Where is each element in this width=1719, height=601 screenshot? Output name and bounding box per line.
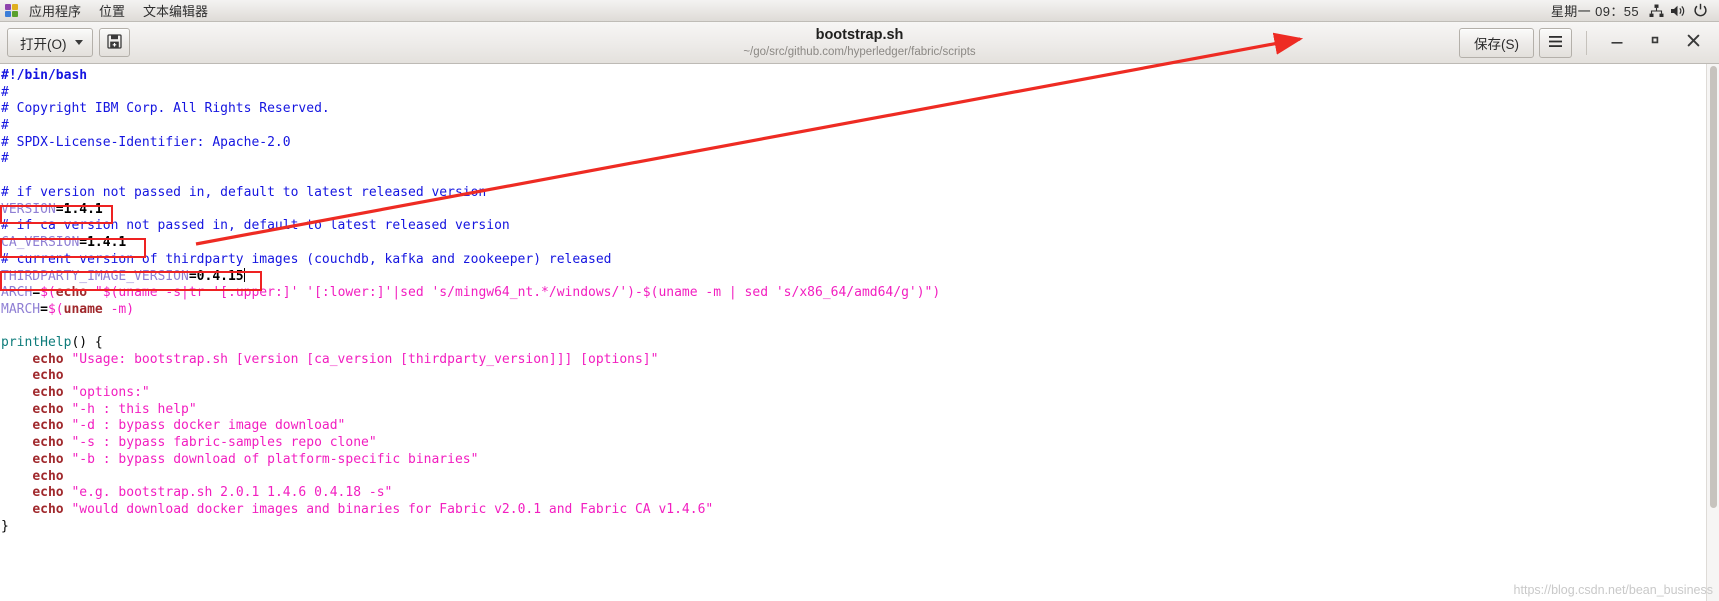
gnome-top-panel: 应用程序 位置 文本编辑器 星期一 09：55: [0, 0, 1719, 22]
code-line: echo "options:": [32, 385, 150, 401]
header-left-controls: 打开(O): [7, 28, 130, 57]
source-code-view[interactable]: #!/bin/bash # # Copyright IBM Corp. All Ri…: [0, 64, 940, 535]
code-line: printHelp() {: [1, 335, 103, 350]
code-line: }: [1, 518, 9, 534]
code-line: echo: [32, 468, 64, 484]
minimize-button[interactable]: [1598, 24, 1636, 62]
code-line-thirdparty-version: THIRDPARTY_IMAGE_VERSION=0.4.15: [1, 268, 245, 285]
volume-icon[interactable]: [1667, 0, 1689, 22]
code-line-version: VERSION=1.4.1: [1, 201, 103, 217]
header-right-controls: 保存(S): [1459, 24, 1712, 62]
code-line: echo "-d : bypass docker image download": [32, 418, 346, 434]
maximize-button[interactable]: [1636, 24, 1674, 62]
chevron-down-icon: [74, 40, 83, 45]
code-line: MARCH=$(uname -m): [1, 301, 135, 317]
window-header-bar: 打开(O) bootstrap.sh ~/go/src/github.com/h…: [0, 22, 1719, 64]
code-line: echo: [32, 368, 64, 384]
code-line: # if version not passed in, default to l…: [1, 184, 487, 200]
vertical-scrollbar[interactable]: [1706, 64, 1719, 601]
code-line: echo "e.g. bootstrap.sh 2.0.1 1.4.6 0.4.…: [32, 485, 393, 501]
network-icon[interactable]: [1645, 0, 1667, 22]
close-button[interactable]: [1674, 24, 1712, 62]
power-icon[interactable]: [1689, 0, 1711, 22]
text-cursor: [243, 268, 245, 283]
editor-area[interactable]: #!/bin/bash # # Copyright IBM Corp. All Ri…: [0, 64, 1719, 601]
save-button[interactable]: 保存(S): [1459, 27, 1534, 58]
hamburger-menu-button[interactable]: [1539, 27, 1572, 58]
hamburger-menu-icon: [1548, 35, 1563, 51]
code-line: #: [1, 118, 9, 134]
maximize-icon: [1648, 33, 1662, 52]
save-document-icon-button[interactable]: [98, 28, 130, 57]
panel-right-group: 星期一 09：55: [1545, 0, 1719, 22]
code-line: echo "-h : this help": [32, 401, 197, 417]
panel-menu-text-editor[interactable]: 文本编辑器: [134, 0, 217, 22]
code-line: echo "Usage: bootstrap.sh [version [ca_v…: [32, 351, 659, 367]
code-line: # if ca version not passed in, default t…: [1, 218, 510, 234]
code-line: echo "-b : bypass download of platform-s…: [32, 451, 479, 467]
panel-menu-places[interactable]: 位置: [90, 0, 134, 22]
applications-icon: [5, 3, 19, 18]
close-icon: [1686, 33, 1701, 53]
code-line: echo "-s : bypass fabric-samples repo cl…: [32, 435, 377, 451]
code-line: #: [1, 151, 9, 167]
save-button-label: 保存(S): [1474, 36, 1519, 52]
save-document-icon: [106, 33, 122, 52]
minimize-icon: [1610, 33, 1624, 52]
code-line: ARCH=$(echo "$(uname -s|tr '[:upper:]' '…: [1, 284, 941, 300]
code-line: #!/bin/bash: [1, 68, 88, 83]
code-line-ca-version: CA_VERSION=1.4.1: [1, 234, 127, 250]
panel-menu-applications[interactable]: 应用程序: [20, 0, 90, 22]
panel-left-group: 应用程序 位置 文本编辑器: [0, 0, 217, 22]
file-path-subtitle: ~/go/src/github.com/hyperledger/fabric/s…: [743, 45, 976, 58]
watermark-text: https://blog.csdn.net/bean_business: [1513, 583, 1713, 597]
code-line: # SPDX-License-Identifier: Apache-2.0: [1, 134, 291, 150]
page-title: bootstrap.sh: [815, 26, 904, 43]
header-separator: [1586, 30, 1587, 55]
code-line: # current version of thirdparty images (…: [1, 251, 612, 267]
code-line: # Copyright IBM Corp. All Rights Reserve…: [1, 101, 330, 117]
gedit-window: 打开(O) bootstrap.sh ~/go/src/github.com/h…: [0, 22, 1719, 601]
code-line: #: [1, 84, 9, 100]
code-line: echo "would download docker images and b…: [32, 501, 714, 517]
open-button[interactable]: 打开(O): [7, 28, 93, 57]
scrollbar-thumb[interactable]: [1710, 66, 1717, 508]
panel-clock[interactable]: 星期一 09：55: [1545, 1, 1645, 20]
open-button-label: 打开(O): [20, 36, 67, 52]
